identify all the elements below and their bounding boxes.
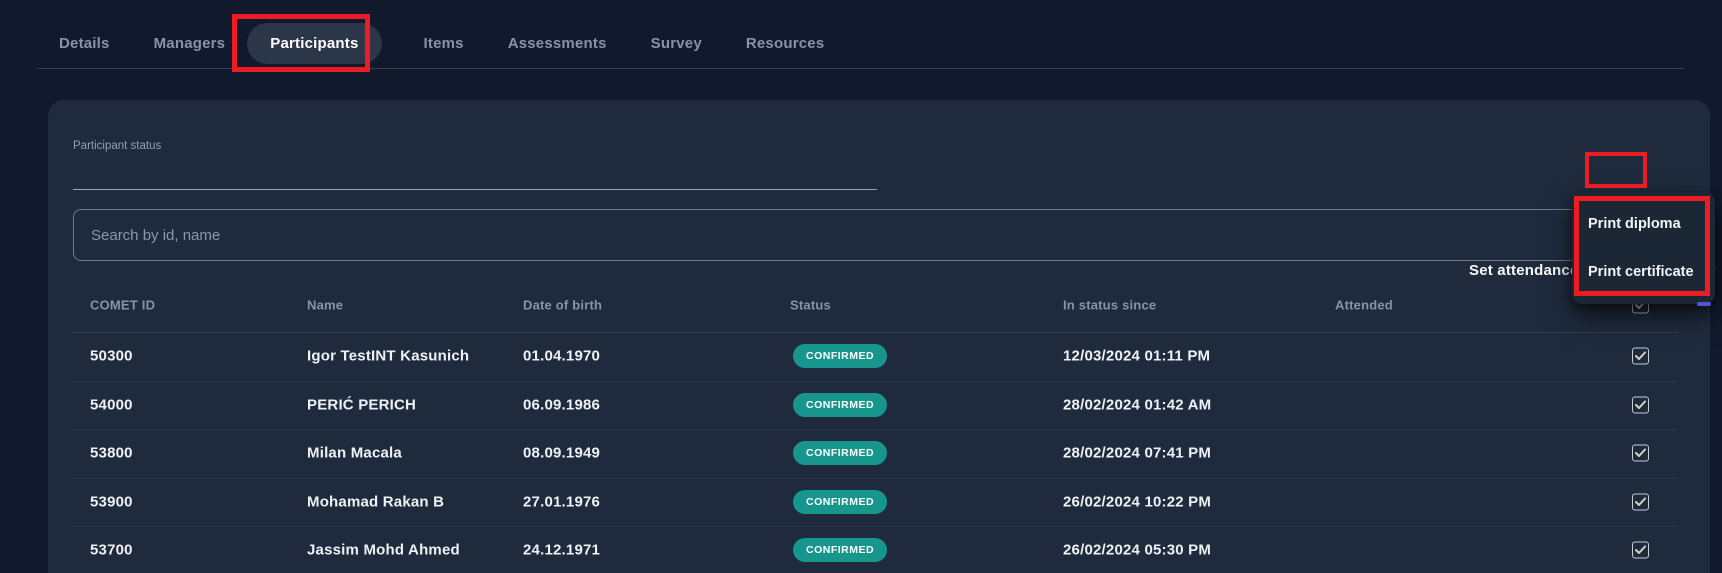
menu-item-print-certificate[interactable]: Print certificate	[1572, 248, 1715, 296]
table-row[interactable]: 53700 Jassim Mohd Ahmed 24.12.1971 CONFI…	[72, 526, 1678, 573]
attended-checkbox[interactable]	[1632, 348, 1649, 365]
cell-in-status-since: 12/03/2024 01:11 PM	[1063, 348, 1210, 365]
cell-comet-id: 50300	[90, 348, 133, 365]
tab-survey[interactable]: Survey	[651, 35, 702, 52]
scrollbar-accent	[1697, 302, 1711, 306]
table-row[interactable]: 50300 Igor TestINT Kasunich 01.04.1970 C…	[72, 332, 1678, 382]
column-header-dob[interactable]: Date of birth	[523, 297, 602, 312]
cell-in-status-since: 26/02/2024 10:22 PM	[1063, 493, 1211, 510]
status-badge: CONFIRMED	[793, 393, 887, 417]
cell-name: Jassim Mohd Ahmed	[307, 542, 460, 559]
column-header-name[interactable]: Name	[307, 297, 343, 312]
table-row[interactable]: 53900 Mohamad Rakan B 27.01.1976 CONFIRM…	[72, 478, 1678, 528]
cell-name: Milan Macala	[307, 445, 402, 462]
search-input[interactable]	[73, 209, 1681, 261]
tab-participants[interactable]: Participants	[247, 23, 381, 64]
tab-bar: Details Managers Participants Items Asse…	[0, 0, 1722, 86]
checkmark-icon	[1635, 546, 1646, 555]
table-row[interactable]: 53800 Milan Macala 08.09.1949 CONFIRMED …	[72, 429, 1678, 479]
cell-dob: 01.04.1970	[523, 348, 600, 365]
cell-comet-id: 53800	[90, 445, 133, 462]
tab-assessments[interactable]: Assessments	[508, 35, 607, 52]
cell-dob: 08.09.1949	[523, 445, 600, 462]
cell-dob: 27.01.1976	[523, 493, 600, 510]
participant-status-select[interactable]	[73, 174, 877, 190]
tab-managers[interactable]: Managers	[154, 35, 226, 52]
table-header: COMET ID Name Date of birth Status In st…	[72, 277, 1678, 333]
cell-comet-id: 53700	[90, 542, 133, 559]
print-menu: Print diploma Print certificate	[1572, 192, 1715, 304]
participants-panel: Participant status Set attendance Print …	[48, 100, 1710, 573]
cell-comet-id: 54000	[90, 396, 133, 413]
menu-item-print-diploma[interactable]: Print diploma	[1572, 200, 1715, 248]
cell-in-status-since: 28/02/2024 07:41 PM	[1063, 445, 1211, 462]
cell-dob: 24.12.1971	[523, 542, 600, 559]
cell-name: Mohamad Rakan B	[307, 493, 444, 510]
attended-checkbox[interactable]	[1632, 445, 1649, 462]
cell-in-status-since: 28/02/2024 01:42 AM	[1063, 396, 1211, 413]
checkmark-icon	[1635, 400, 1646, 409]
status-badge: CONFIRMED	[793, 490, 887, 514]
tab-details[interactable]: Details	[59, 35, 110, 52]
checkmark-icon	[1635, 352, 1646, 361]
cell-comet-id: 53900	[90, 493, 133, 510]
cell-name: Igor TestINT Kasunich	[307, 348, 469, 365]
set-attendance-label: Set attendance	[1469, 262, 1579, 279]
attended-checkbox[interactable]	[1632, 542, 1649, 559]
attended-checkbox[interactable]	[1632, 396, 1649, 413]
column-header-in-status-since[interactable]: In status since	[1063, 297, 1156, 312]
column-header-attended[interactable]: Attended	[1335, 297, 1393, 312]
status-badge: CONFIRMED	[793, 538, 887, 562]
cell-dob: 06.09.1986	[523, 396, 600, 413]
cell-name: PERIĆ PERICH	[307, 396, 416, 413]
column-header-status[interactable]: Status	[790, 297, 831, 312]
tabbar-divider	[37, 68, 1684, 69]
status-badge: CONFIRMED	[793, 441, 887, 465]
cell-in-status-since: 26/02/2024 05:30 PM	[1063, 542, 1211, 559]
tab-items[interactable]: Items	[424, 35, 464, 52]
attended-checkbox[interactable]	[1632, 493, 1649, 510]
checkmark-icon	[1635, 497, 1646, 506]
tab-resources[interactable]: Resources	[746, 35, 825, 52]
participants-page: Details Managers Participants Items Asse…	[0, 0, 1722, 573]
status-badge: CONFIRMED	[793, 344, 887, 368]
participant-status-label: Participant status	[73, 140, 161, 152]
table-row[interactable]: 54000 PERIĆ PERICH 06.09.1986 CONFIRMED …	[72, 381, 1678, 431]
column-header-comet-id[interactable]: COMET ID	[90, 297, 155, 312]
checkmark-icon	[1635, 449, 1646, 458]
